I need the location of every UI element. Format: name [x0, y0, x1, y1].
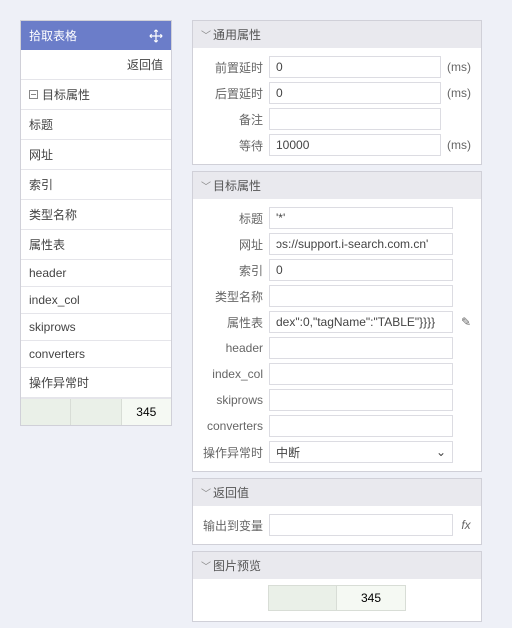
field-label: 网址 [201, 236, 263, 253]
section-title: 通用属性 [213, 26, 261, 43]
section-title: 目标属性 [213, 177, 261, 194]
attrtable-input[interactable]: dex":0,"tagName":"TABLE"}}}} [269, 311, 453, 333]
left-row[interactable]: 属性表 [21, 230, 171, 260]
section-header[interactable]: ﹀ 图片预览 [193, 552, 481, 579]
left-row[interactable]: index_col [21, 287, 171, 314]
left-table-cell [21, 399, 71, 425]
section-general: ﹀ 通用属性 前置延时 0 (ms) 后置延时 0 (ms) 备注 等待 10000 (ms) [192, 20, 482, 165]
left-panel: 拾取表格 返回值 目标属性 标题 网址 索引 类型名称 属性表 header i… [20, 20, 172, 426]
left-table-cell [71, 399, 121, 425]
preview-table: 345 [268, 585, 406, 611]
unit: (ms) [447, 138, 473, 152]
section-header[interactable]: ﹀ 返回值 [193, 479, 481, 506]
onerror-select[interactable]: 中断⌄ [269, 441, 453, 463]
left-return-label: 返回值 [21, 50, 171, 80]
unit: (ms) [447, 86, 473, 100]
left-row[interactable]: skiprows [21, 314, 171, 341]
outvar-input[interactable] [269, 514, 453, 536]
left-row[interactable]: 索引 [21, 170, 171, 200]
section-return: ﹀ 返回值 输出到变量 fx [192, 478, 482, 545]
chevron-down-icon: ﹀ [201, 558, 209, 573]
section-target: ﹀ 目标属性 标题 '*' 网址 ɔs://support.i-search.com.… [192, 171, 482, 472]
left-row[interactable]: converters [21, 341, 171, 368]
converters-input[interactable] [269, 415, 453, 437]
remark-input[interactable] [269, 108, 441, 130]
chevron-down-icon: ﹀ [201, 27, 209, 42]
field-label: index_col [201, 367, 263, 381]
post-delay-input[interactable]: 0 [269, 82, 441, 104]
section-header[interactable]: ﹀ 通用属性 [193, 21, 481, 48]
left-panel-header[interactable]: 拾取表格 [21, 21, 171, 50]
field-label: skiprows [201, 393, 263, 407]
field-label: 后置延时 [201, 85, 263, 102]
field-label: 等待 [201, 137, 263, 154]
left-row[interactable]: 网址 [21, 140, 171, 170]
left-table-cell: 345 [122, 399, 171, 425]
chevron-down-icon: ⌄ [436, 445, 446, 459]
left-row[interactable]: 操作异常时 [21, 368, 171, 398]
left-group-label: 目标属性 [42, 88, 90, 102]
field-label: 输出到变量 [201, 517, 263, 534]
preview-cell: 345 [337, 586, 405, 610]
field-label: 类型名称 [201, 288, 263, 305]
left-row[interactable]: header [21, 260, 171, 287]
collapse-icon[interactable] [29, 90, 38, 99]
chevron-down-icon: ﹀ [201, 178, 209, 193]
section-header[interactable]: ﹀ 目标属性 [193, 172, 481, 199]
section-preview: ﹀ 图片预览 345 [192, 551, 482, 622]
left-group-row[interactable]: 目标属性 [21, 80, 171, 110]
field-label: 标题 [201, 210, 263, 227]
pre-delay-input[interactable]: 0 [269, 56, 441, 78]
url-input[interactable]: ɔs://support.i-search.com.cn' [269, 233, 453, 255]
move-icon[interactable] [149, 29, 163, 43]
left-table: 345 [21, 398, 171, 425]
right-panel: ﹀ 通用属性 前置延时 0 (ms) 后置延时 0 (ms) 备注 等待 10000 (ms)… [192, 20, 482, 628]
field-label: converters [201, 419, 263, 433]
field-label: header [201, 341, 263, 355]
indexcol-input[interactable] [269, 363, 453, 385]
unit: (ms) [447, 60, 473, 74]
skiprows-input[interactable] [269, 389, 453, 411]
typename-input[interactable] [269, 285, 453, 307]
fx-icon[interactable]: fx [459, 518, 473, 532]
left-row[interactable]: 标题 [21, 110, 171, 140]
chevron-down-icon: ﹀ [201, 485, 209, 500]
field-label: 索引 [201, 262, 263, 279]
field-label: 备注 [201, 111, 263, 128]
left-panel-title: 拾取表格 [29, 27, 77, 44]
section-title: 返回值 [213, 484, 249, 501]
edit-icon[interactable]: ✎ [459, 315, 473, 329]
left-row[interactable]: 类型名称 [21, 200, 171, 230]
index-input[interactable]: 0 [269, 259, 453, 281]
preview-cell [269, 586, 337, 610]
field-label: 属性表 [201, 314, 263, 331]
header-input[interactable] [269, 337, 453, 359]
field-label: 前置延时 [201, 59, 263, 76]
section-title: 图片预览 [213, 557, 261, 574]
caption-input[interactable]: '*' [269, 207, 453, 229]
wait-input[interactable]: 10000 [269, 134, 441, 156]
field-label: 操作异常时 [201, 444, 263, 461]
